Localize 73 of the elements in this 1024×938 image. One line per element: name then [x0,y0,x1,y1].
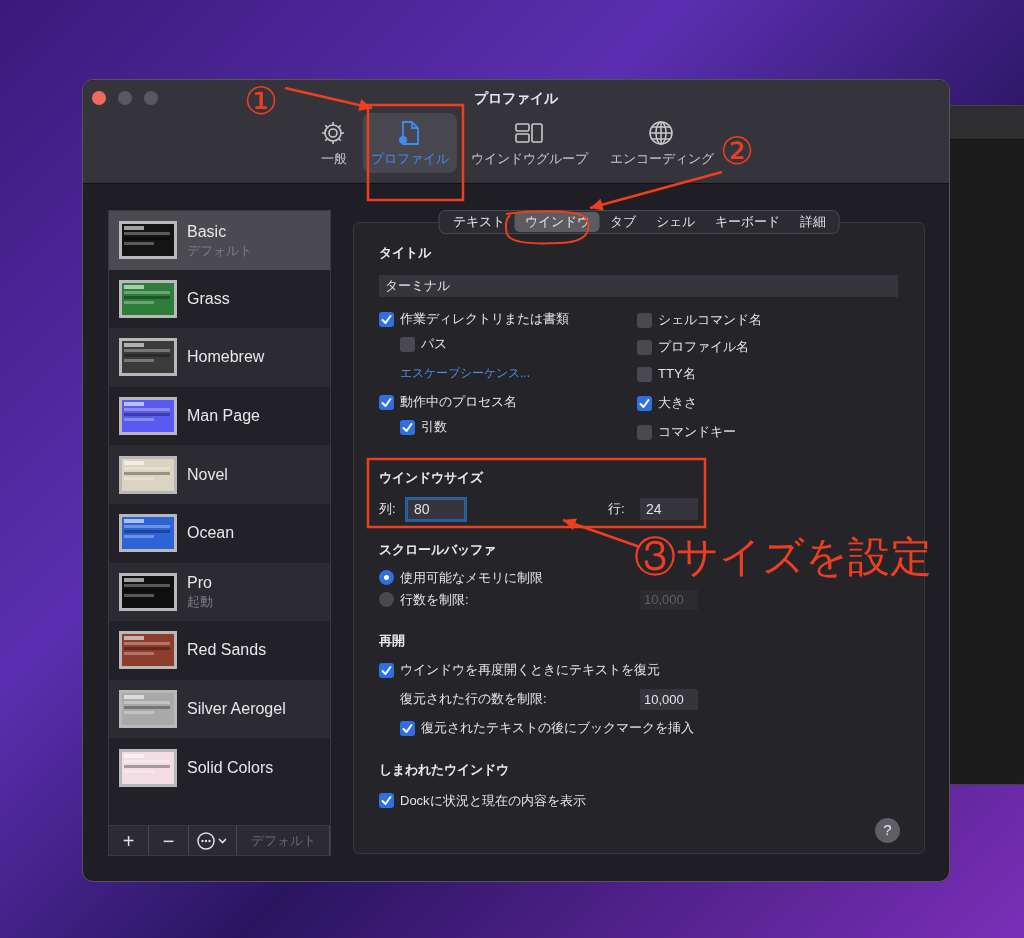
profile-name: Homebrew [187,347,265,368]
checkbox-label: 作業ディレクトリまたは書類 [400,310,569,329]
section-heading: ウインドウサイズ [379,468,483,487]
field-label: 復元された行の数を制限: [400,690,547,709]
radio-label: 行数を制限: [400,590,469,609]
rows-field[interactable]: 24 [640,498,698,520]
profile-item[interactable]: Novel [109,445,330,504]
field-label: 列: [379,500,397,519]
settings-tab[interactable]: タブ [599,212,646,232]
checkbox-label: Dockに状況と現在の内容を表示 [400,791,586,810]
ellipsis-chevron-icon [195,830,230,851]
checkbox-label: コマンドキー [658,423,736,442]
close-button[interactable] [92,91,106,105]
profile-name: Grass [187,288,230,309]
checkbox-label: 引数 [421,418,447,437]
profile-status: 起動 [187,593,213,611]
checkbox-label: シェルコマンド名 [658,311,762,330]
checkbox[interactable] [637,312,652,328]
title-field[interactable]: ターミナル [379,274,898,297]
checkbox-label: 復元されたテキストの後にブックマークを挿入 [421,719,694,738]
profile-item[interactable]: Silver Aerogel [109,679,330,739]
settings-tab[interactable]: テキスト [442,212,515,232]
checkbox[interactable] [637,395,652,411]
columns-field[interactable]: 80 [405,496,467,522]
window-title: プロファイル [474,89,558,108]
profile-name: Red Sands [187,640,267,661]
remove-button[interactable]: − [149,826,189,855]
radio-button[interactable] [379,592,394,607]
checkbox[interactable] [379,394,394,410]
checkbox-label: TTY名 [658,365,696,384]
radio-button[interactable] [379,570,394,585]
settings-tab[interactable]: 詳細 [789,212,836,232]
profile-item[interactable]: Pro 起動 [109,562,330,622]
checkbox[interactable] [637,366,652,382]
checkbox[interactable] [379,311,394,327]
settings-tab[interactable]: シェル [645,212,705,232]
section-heading: しまわれたウインドウ [379,761,509,779]
escape-sequence-link[interactable]: エスケープシーケンス... [400,364,530,382]
annotation-text: ② [720,132,754,170]
profile-name: Novel [187,464,228,485]
restored-lines-field[interactable]: 10,000 [640,688,698,710]
section-heading: スクロールバッファ [379,541,496,559]
checkbox-label: プロファイル名 [658,338,749,357]
settings-tab[interactable]: キーボード [704,212,790,232]
help-button[interactable]: ? [875,818,900,843]
checkbox[interactable] [379,793,394,808]
checkbox[interactable] [379,662,394,678]
checkbox-label: 動作中のプロセス名 [400,393,517,412]
checkbox[interactable] [400,419,415,435]
profile-name: Man Page [187,406,260,427]
checkbox-label: ウインドウを再度開くときにテキストを復元 [400,661,660,680]
toolbar-tab[interactable]: ウインドウグループ [462,113,596,173]
toolbar-tab[interactable]: 一般 [310,113,357,173]
section-heading: 再開 [379,631,405,650]
profile-name: Basic [187,221,228,242]
checkbox[interactable] [400,720,415,736]
radio-label: 使用可能なメモリに制限 [400,568,543,587]
profile-name: Solid Colors [187,757,274,778]
checkbox[interactable] [637,424,652,440]
profile-name: Pro [187,573,213,594]
annotation-text: ③サイズを設定 [634,536,932,578]
profile-name: Silver Aerogel [187,699,286,720]
add-button[interactable]: + [109,826,149,855]
checkbox-label: パス [421,335,447,354]
profile-name: Ocean [187,523,235,544]
toolbar-tab[interactable]: エンコーディング [601,113,722,173]
section-heading: タイトル [379,244,431,262]
checkbox[interactable] [637,339,652,355]
checkbox[interactable] [400,336,415,352]
profile-item[interactable]: Homebrew [109,328,330,387]
annotation-text: ① [244,82,278,120]
checkbox-label: 大きさ [658,394,697,413]
field-label: 行: [608,500,626,519]
